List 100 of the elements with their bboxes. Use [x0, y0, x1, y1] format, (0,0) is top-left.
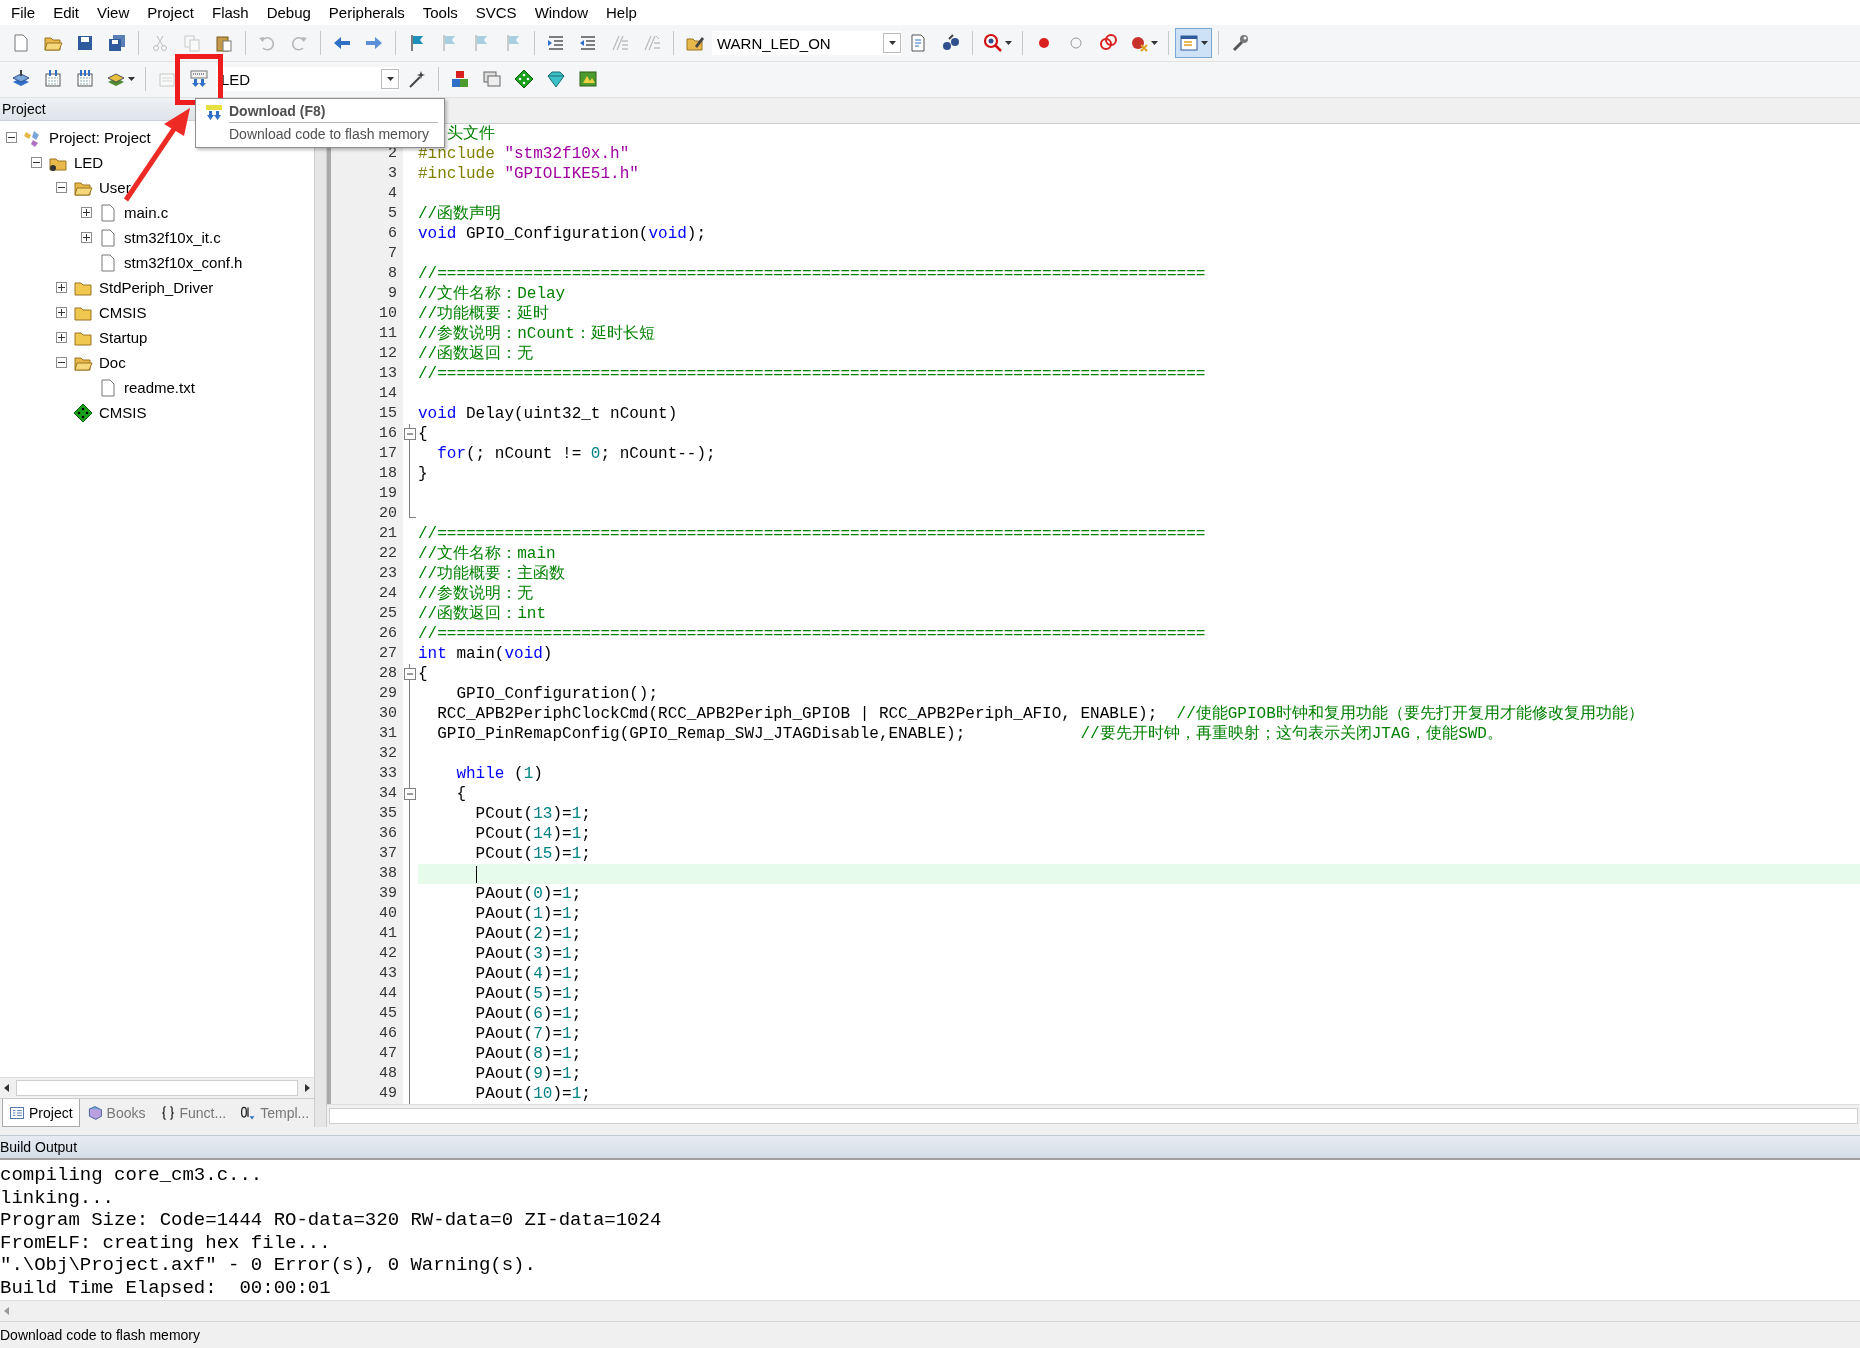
fold-toggle[interactable]: [404, 668, 416, 680]
panel-tab[interactable]: Templ...: [233, 1099, 317, 1127]
line-number: 10: [331, 304, 403, 324]
expand-toggle[interactable]: [56, 332, 67, 343]
code-line: //函数声明: [418, 204, 502, 224]
tree-item[interactable]: stm32f10x_conf.h: [124, 254, 243, 271]
panel-title: Build Output: [0, 1135, 1860, 1160]
magnifier-icon: [983, 33, 1003, 54]
code-line: PCout(14)=1;: [474, 824, 591, 844]
expand-toggle[interactable]: [81, 232, 92, 243]
output-line: FromELF: creating hex file...: [0, 1231, 332, 1254]
code-line: //文件名称：main: [418, 544, 556, 564]
rebuild-icon: [75, 69, 95, 90]
code-line: //参数说明：无: [418, 584, 534, 604]
collapse-toggle[interactable]: [31, 157, 42, 168]
tree-item[interactable]: LED: [74, 154, 104, 171]
menu-item[interactable]: Project: [138, 4, 203, 22]
fold-toggle[interactable]: [404, 428, 416, 440]
diamond-icon: [514, 69, 534, 90]
menu-item[interactable]: Tools: [413, 4, 467, 22]
line-number: 18: [331, 464, 403, 484]
fold-toggle[interactable]: [404, 788, 416, 800]
code-line: //文件名称：Delay: [418, 284, 566, 304]
output-line: Program Size: Code=1444 RO-data=320 RW-data=0 ZI-data=1024: [0, 1209, 663, 1232]
expand-toggle[interactable]: [56, 307, 67, 318]
menu-item[interactable]: Flash: [202, 4, 258, 22]
horizontal-scrollbar[interactable]: [327, 1104, 1860, 1127]
panel-tab[interactable]: Funct...: [152, 1099, 234, 1127]
code-line: {: [455, 784, 466, 804]
line-number: 5: [331, 204, 403, 224]
caret-icon: [128, 77, 135, 82]
line-number: 38: [331, 864, 403, 884]
line-number: 47: [331, 1044, 403, 1064]
code-line: RCC_APB2PeriphClockCmd(RCC_APB2Periph_GPIOB | RCC_APB2Periph_AFIO, ENABLE); //使能GPIOB时钟和复用功能（要先打开复用才能修改复用功能）: [436, 704, 1644, 724]
pack-installer-icon: [578, 69, 598, 90]
code-line: {: [418, 664, 428, 684]
tree-item[interactable]: StdPeriph_Driver: [99, 279, 214, 296]
line-number: 20: [331, 504, 403, 524]
stacked-windows-icon: [482, 69, 502, 90]
menu-item[interactable]: SVCS: [466, 4, 526, 22]
line-number: 41: [331, 924, 403, 944]
horizontal-scrollbar[interactable]: [0, 1077, 314, 1098]
gem-icon: [546, 69, 566, 90]
tree-item[interactable]: CMSIS: [99, 404, 147, 421]
line-number: 25: [331, 604, 403, 624]
code-line: PAout(7)=1;: [474, 1024, 582, 1044]
code-line: void GPIO_Configuration(void);: [418, 224, 707, 244]
line-number: 40: [331, 904, 403, 924]
line-number: 27: [331, 644, 403, 664]
caret-icon: [888, 41, 896, 46]
menu-item[interactable]: Debug: [257, 4, 320, 22]
code-line: }: [418, 464, 428, 484]
line-number: 45: [331, 1004, 403, 1024]
minus-icon: [33, 159, 40, 166]
plus-icon: [58, 284, 65, 291]
window-button[interactable]: [1175, 28, 1212, 59]
menu-item[interactable]: File: [2, 4, 45, 22]
collapse-toggle[interactable]: [6, 132, 17, 143]
caret-icon: [386, 77, 394, 82]
panel-tab[interactable]: Project: [2, 1099, 80, 1127]
code-line: #include "GPIOLIKE51.h": [418, 164, 639, 184]
line-number: 36: [331, 824, 403, 844]
tree-item[interactable]: main.c: [124, 204, 169, 221]
line-number: 8: [331, 264, 403, 284]
menu-item[interactable]: Window: [525, 4, 597, 22]
line-number: 49: [331, 1084, 403, 1104]
file-icon: [98, 252, 118, 273]
collapse-toggle[interactable]: [56, 182, 67, 193]
output-line: linking...: [0, 1186, 116, 1209]
plus-icon: [58, 334, 65, 341]
tree-item[interactable]: Doc: [99, 354, 126, 371]
code-editor[interactable]: [327, 124, 1860, 1104]
code-line: PAout(9)=1;: [474, 1064, 582, 1084]
line-number: 13: [331, 364, 403, 384]
line-number: 39: [331, 884, 403, 904]
tree-item[interactable]: Project: Project: [49, 129, 151, 146]
menu-item[interactable]: Peripherals: [319, 4, 414, 22]
line-number: 4: [331, 184, 403, 204]
line-number: 30: [331, 704, 403, 724]
expand-toggle[interactable]: [81, 207, 92, 218]
panel-tab[interactable]: Books: [79, 1099, 153, 1127]
menu-item[interactable]: Edit: [44, 4, 89, 22]
target-combo[interactable]: WARN_LED_ON: [712, 31, 902, 56]
code-line: #include "stm32f10x.h": [418, 144, 630, 164]
tree-item[interactable]: Startup: [99, 329, 148, 346]
magic-wand-icon: [407, 69, 427, 90]
menu-item[interactable]: Help: [597, 4, 646, 22]
tree-item[interactable]: User: [99, 179, 131, 196]
collapse-toggle[interactable]: [56, 357, 67, 368]
tree-item[interactable]: CMSIS: [99, 304, 147, 321]
line-number: 17: [331, 444, 403, 464]
code-line: PAout(1)=1;: [474, 904, 582, 924]
menu-item[interactable]: View: [88, 4, 139, 22]
line-number: 26: [331, 624, 403, 644]
expand-toggle[interactable]: [56, 282, 67, 293]
code-line: while (1): [455, 764, 543, 784]
tree-item[interactable]: readme.txt: [124, 379, 195, 396]
output-line: compiling core_cm3.c...: [0, 1164, 264, 1187]
code-line: int main(void): [418, 644, 553, 664]
tree-item[interactable]: stm32f10x_it.c: [124, 229, 221, 246]
